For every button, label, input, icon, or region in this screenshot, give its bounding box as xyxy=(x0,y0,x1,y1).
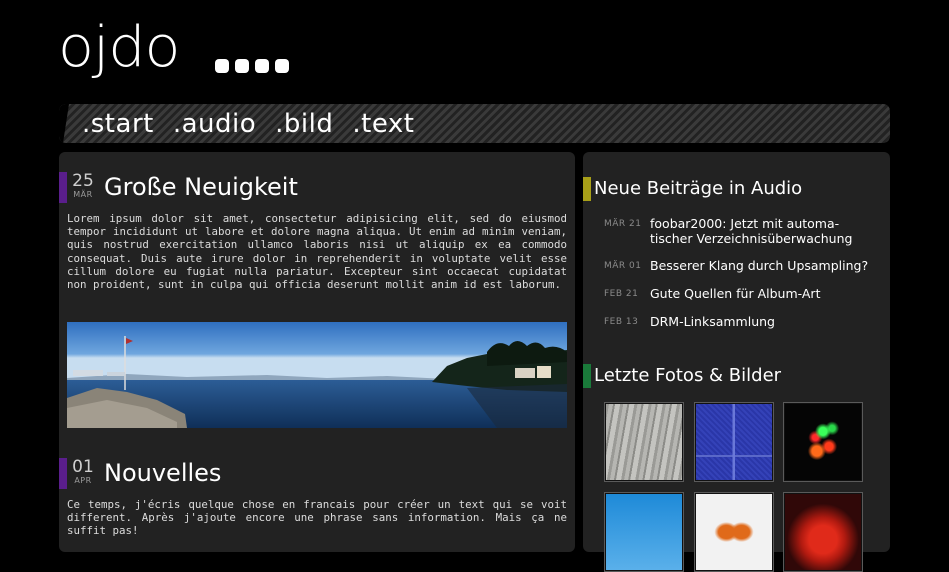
post-header: 01 APR Nouvelles xyxy=(59,458,559,489)
photo-thumbnail[interactable] xyxy=(783,492,863,572)
audio-item-link[interactable]: Besserer Klang durch Upsampling? xyxy=(650,258,875,273)
post-day: 25 xyxy=(72,171,94,191)
photo-thumbnail[interactable] xyxy=(604,402,684,482)
panorama-image[interactable] xyxy=(67,322,567,428)
photo-thumbnail[interactable] xyxy=(694,402,774,482)
audio-section-title: Neue Beiträge in Audio xyxy=(594,178,803,199)
post-marker xyxy=(59,172,67,203)
nav-item-bild[interactable]: .bild xyxy=(275,110,333,138)
post-month: MÄR xyxy=(73,190,93,199)
post-date: 01 APR xyxy=(70,459,96,486)
post-title[interactable]: Nouvelles xyxy=(104,457,221,489)
audio-item-link[interactable]: Gute Quellen für Album-Art xyxy=(650,286,875,301)
photo-thumbnail[interactable] xyxy=(604,492,684,572)
audio-item-link[interactable]: foobar2000: Jetzt mit automa-tischer Ver… xyxy=(650,216,875,246)
photos-section-marker xyxy=(583,364,591,388)
post-marker xyxy=(59,458,67,489)
audio-section-heading: Neue Beiträge in Audio xyxy=(583,177,883,201)
audio-item-date: MÄR 01 xyxy=(604,261,642,271)
audio-item-date: FEB 21 xyxy=(604,289,639,299)
post-header: 25 MÄR Große Neuigkeit xyxy=(59,172,559,203)
audio-item-link[interactable]: DRM-Linksammlung xyxy=(650,314,875,329)
main-nav: .start .audio .bild .text xyxy=(59,104,890,143)
photo-thumbnail[interactable] xyxy=(783,402,863,482)
nav-item-start[interactable]: .start xyxy=(82,110,154,138)
logo-dots xyxy=(215,59,289,73)
nav-corner xyxy=(59,104,69,143)
audio-section-marker xyxy=(583,177,591,201)
sidebar: Neue Beiträge in Audio MÄR 21 foobar2000… xyxy=(583,152,890,572)
photo-thumbnail[interactable] xyxy=(694,492,774,572)
photos-section-heading: Letzte Fotos & Bilder xyxy=(583,364,883,388)
post-body: Lorem ipsum dolor sit amet, consectetur … xyxy=(67,212,567,292)
nav-item-audio[interactable]: .audio xyxy=(173,110,256,138)
photos-section-title: Letzte Fotos & Bilder xyxy=(594,365,782,386)
post-body: Ce temps, j'écris quelque chose en franc… xyxy=(67,498,567,538)
post-title[interactable]: Große Neuigkeit xyxy=(104,171,298,203)
post-day: 01 xyxy=(72,457,94,477)
post-date: 25 MÄR xyxy=(70,173,96,200)
post-month: APR xyxy=(74,476,92,485)
audio-item-date: FEB 13 xyxy=(604,317,639,327)
nav-item-text[interactable]: .text xyxy=(352,110,414,138)
main-content: 25 MÄR Große Neuigkeit Lorem ipsum dolor… xyxy=(59,152,575,552)
audio-item-date: MÄR 21 xyxy=(604,219,642,229)
logo-wordmark: ojdo xyxy=(58,15,180,80)
